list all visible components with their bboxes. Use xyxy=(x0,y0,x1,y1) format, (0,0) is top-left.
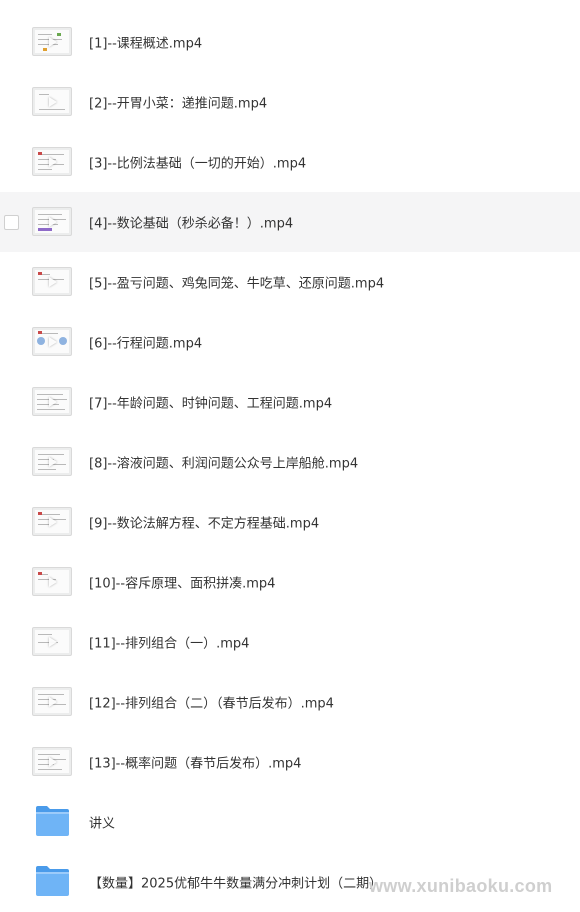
video-thumbnail-icon xyxy=(32,507,72,536)
file-row[interactable]: [5]--盈亏问题、鸡兔同笼、牛吃草、还原问题.mp4 xyxy=(0,252,580,312)
folder-name[interactable]: 讲义 xyxy=(89,813,115,832)
folder-name[interactable]: 【数量】2025优郁牛牛数量满分冲刺计划（二期） xyxy=(89,873,382,892)
play-icon xyxy=(49,216,57,227)
file-name[interactable]: [13]--概率问题（春节后发布）.mp4 xyxy=(89,753,301,772)
video-thumbnail-icon xyxy=(32,87,72,116)
file-name[interactable]: [9]--数论法解方程、不定方程基础.mp4 xyxy=(89,513,319,532)
file-name[interactable]: [8]--溶液问题、利润问题公众号上岸船舱.mp4 xyxy=(89,453,358,472)
folder-row[interactable]: 讲义 xyxy=(0,792,580,852)
watermark: www.xunibaoku.com xyxy=(369,876,553,896)
play-icon xyxy=(49,276,57,287)
play-icon xyxy=(49,156,57,167)
video-thumbnail-icon xyxy=(32,27,72,56)
play-icon xyxy=(49,636,57,647)
file-row[interactable]: [10]--容斥原理、面积拼凑.mp4 xyxy=(0,552,580,612)
file-row[interactable]: [12]--排列组合（二）（春节后发布）.mp4 xyxy=(0,672,580,732)
video-thumbnail-icon xyxy=(32,747,72,776)
video-thumbnail-icon xyxy=(32,567,72,596)
file-name[interactable]: [6]--行程问题.mp4 xyxy=(89,333,202,352)
play-icon xyxy=(49,696,57,707)
file-row[interactable]: [11]--排列组合（一）.mp4 xyxy=(0,612,580,672)
video-thumbnail-icon xyxy=(32,147,72,176)
play-icon xyxy=(49,336,57,347)
play-icon xyxy=(49,456,57,467)
row-checkbox[interactable] xyxy=(4,215,19,230)
file-name[interactable]: [5]--盈亏问题、鸡兔同笼、牛吃草、还原问题.mp4 xyxy=(89,273,384,292)
file-row[interactable]: [3]--比例法基础（一切的开始）.mp4 xyxy=(0,132,580,192)
file-name[interactable]: [12]--排列组合（二）（春节后发布）.mp4 xyxy=(89,693,334,712)
file-name[interactable]: [11]--排列组合（一）.mp4 xyxy=(89,633,249,652)
folder-icon xyxy=(36,866,69,896)
video-thumbnail-icon xyxy=(32,267,72,296)
play-icon xyxy=(49,576,57,587)
file-row[interactable]: [2]--开胃小菜：递推问题.mp4 xyxy=(0,72,580,132)
video-thumbnail-icon xyxy=(32,387,72,416)
file-name[interactable]: [10]--容斥原理、面积拼凑.mp4 xyxy=(89,573,275,592)
file-row[interactable]: [6]--行程问题.mp4 xyxy=(0,312,580,372)
file-name[interactable]: [4]--数论基础（秒杀必备！）.mp4 xyxy=(89,213,293,232)
file-list: [1]--课程概述.mp4 [2]--开胃小菜：递推问题.mp4 [3]--比例… xyxy=(0,12,580,912)
file-row[interactable]: [13]--概率问题（春节后发布）.mp4 xyxy=(0,732,580,792)
folder-icon xyxy=(36,806,69,836)
play-icon xyxy=(49,756,57,767)
file-name[interactable]: [1]--课程概述.mp4 xyxy=(89,33,202,52)
file-row[interactable]: [7]--年龄问题、时钟问题、工程问题.mp4 xyxy=(0,372,580,432)
video-thumbnail-icon xyxy=(32,447,72,476)
play-icon xyxy=(49,516,57,527)
play-icon xyxy=(49,36,57,47)
file-name[interactable]: [2]--开胃小菜：递推问题.mp4 xyxy=(89,93,267,112)
play-icon xyxy=(49,96,57,107)
video-thumbnail-icon xyxy=(32,327,72,356)
file-name[interactable]: [3]--比例法基础（一切的开始）.mp4 xyxy=(89,153,306,172)
play-icon xyxy=(49,396,57,407)
file-row-hovered[interactable]: [4]--数论基础（秒杀必备！）.mp4 xyxy=(0,192,580,252)
file-row[interactable]: [9]--数论法解方程、不定方程基础.mp4 xyxy=(0,492,580,552)
video-thumbnail-icon xyxy=(32,627,72,656)
video-thumbnail-icon xyxy=(32,207,72,236)
file-row[interactable]: [8]--溶液问题、利润问题公众号上岸船舱.mp4 xyxy=(0,432,580,492)
file-row[interactable]: [1]--课程概述.mp4 xyxy=(0,12,580,72)
file-name[interactable]: [7]--年龄问题、时钟问题、工程问题.mp4 xyxy=(89,393,332,412)
video-thumbnail-icon xyxy=(32,687,72,716)
